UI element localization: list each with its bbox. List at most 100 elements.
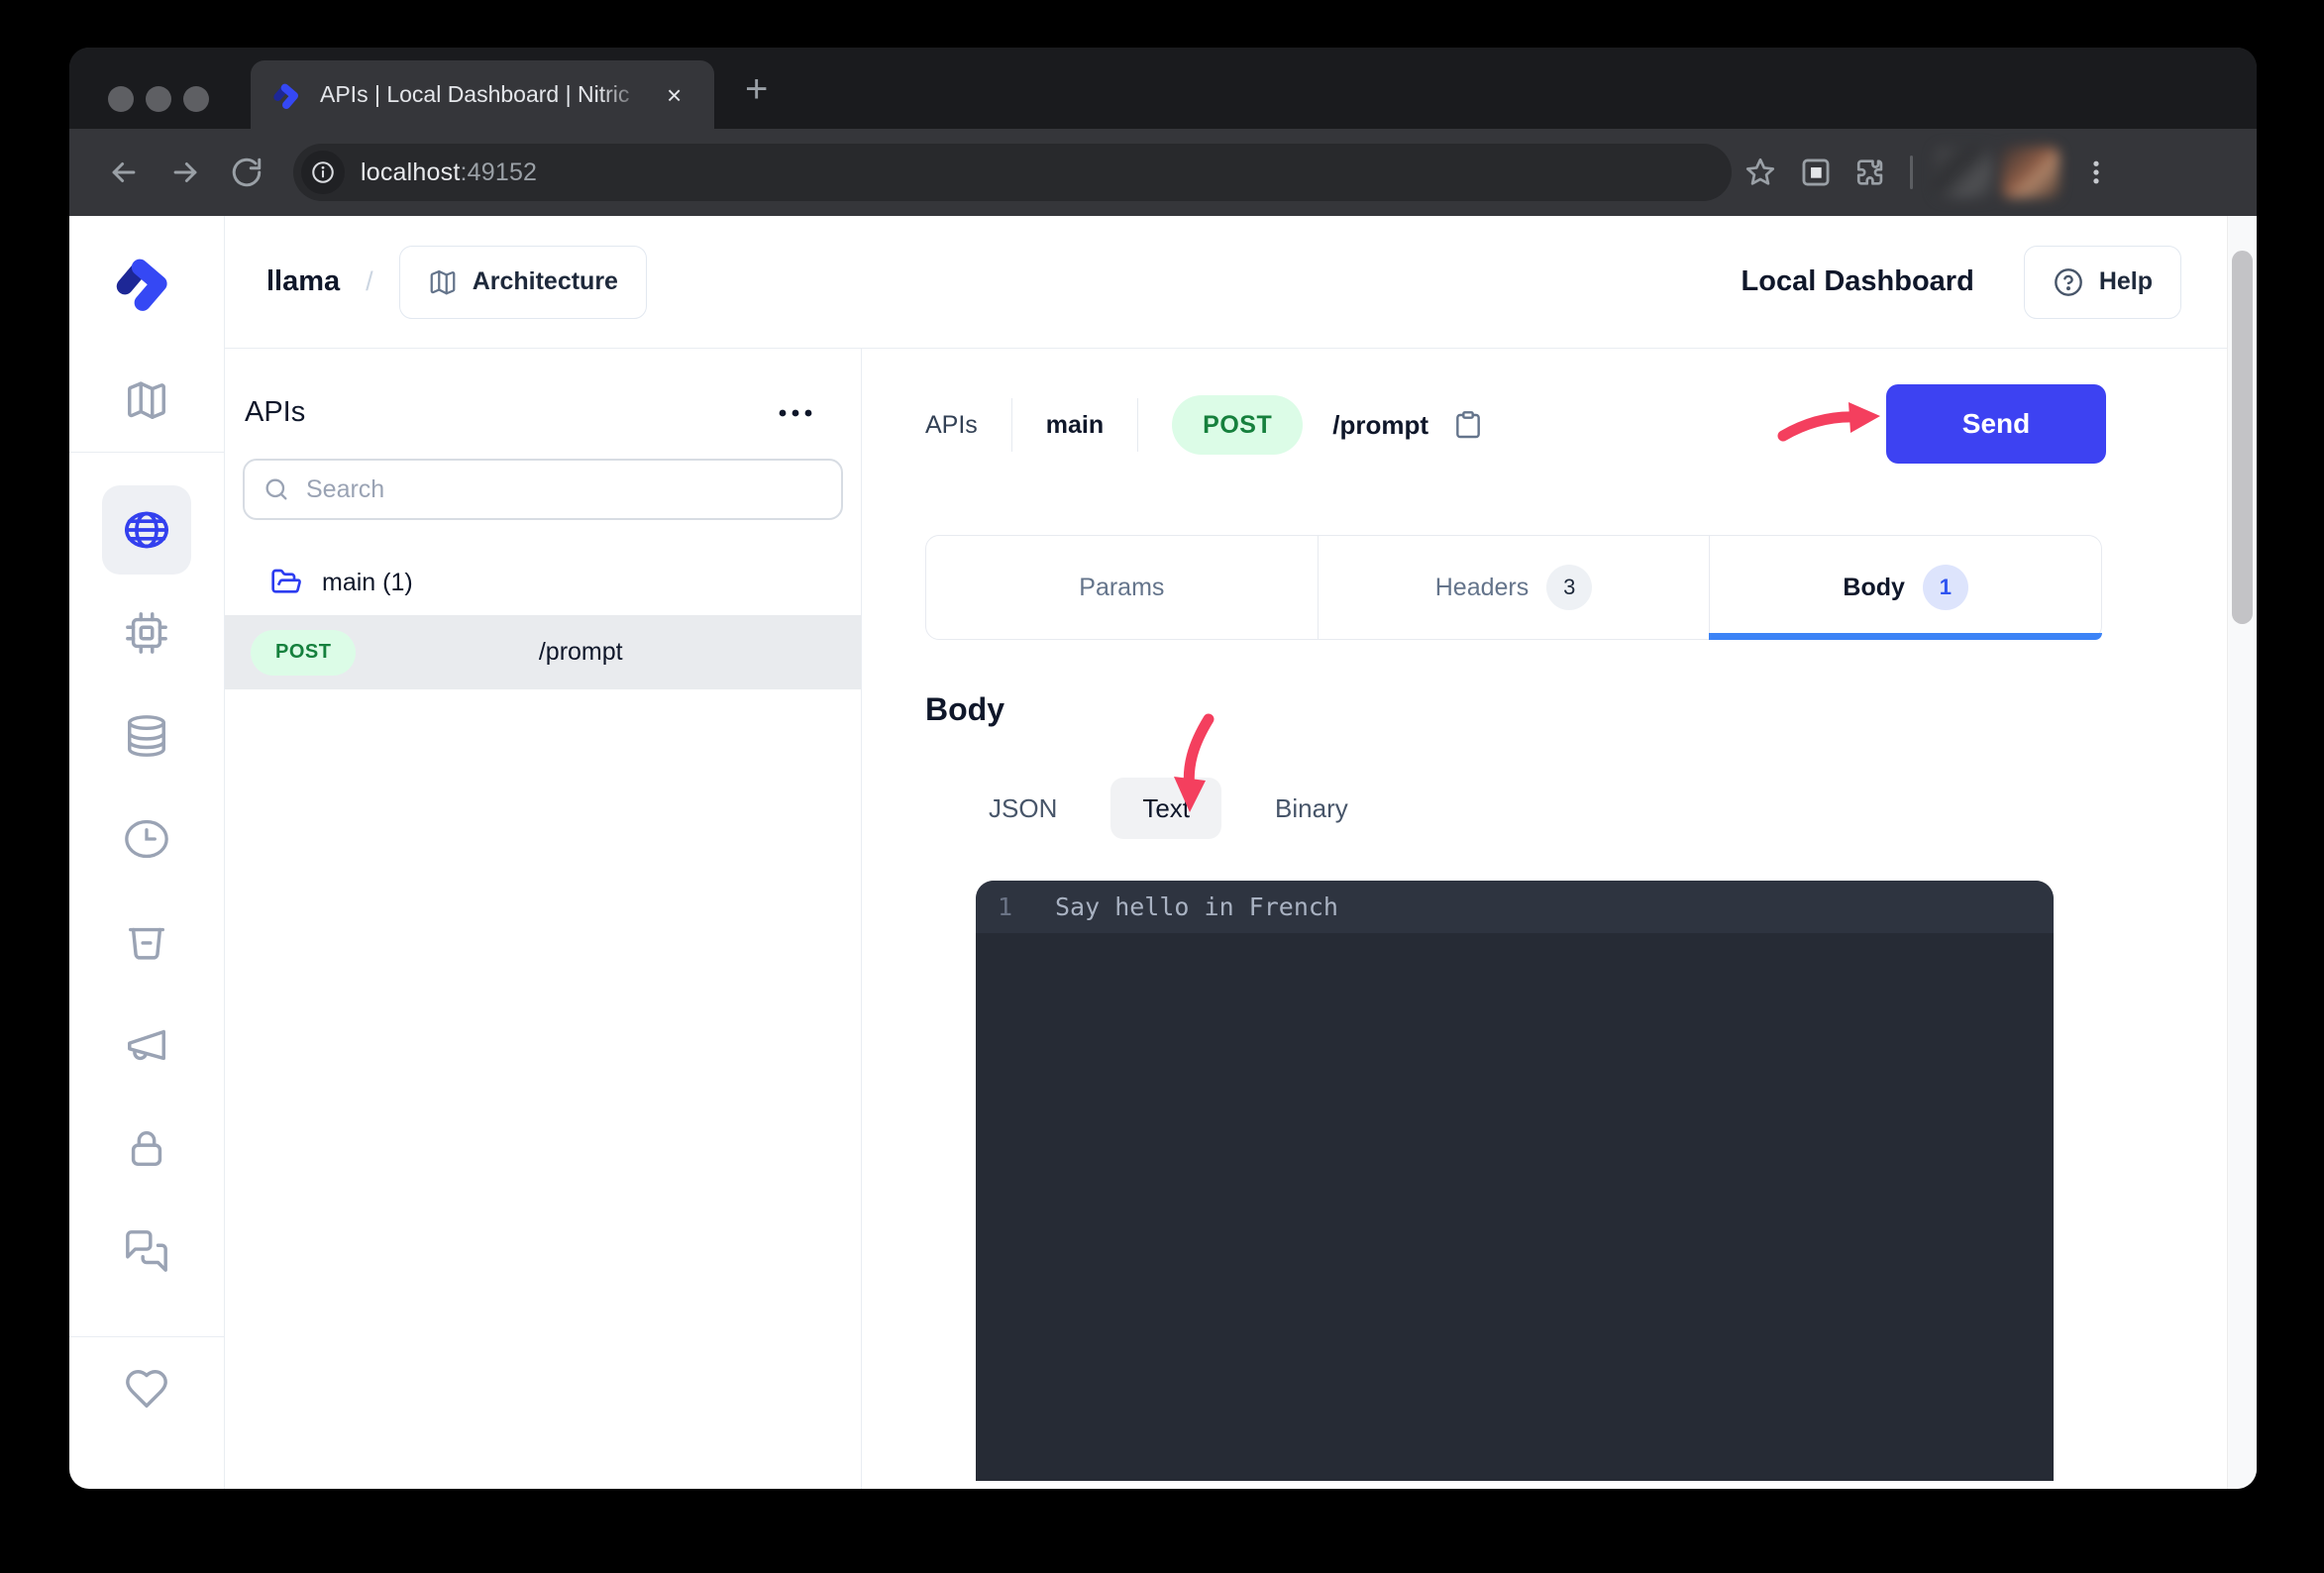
architecture-button[interactable]: Architecture — [399, 246, 647, 319]
reload-icon[interactable] — [230, 156, 264, 189]
rail-item-secrets[interactable] — [69, 1097, 224, 1200]
rail-item-schedules[interactable] — [69, 787, 224, 891]
icon-rail — [69, 216, 225, 1489]
back-icon[interactable] — [107, 156, 141, 189]
breadcrumb-divider — [1137, 398, 1138, 452]
rail-item-websockets[interactable] — [69, 581, 224, 684]
browser-tabstrip: APIs | Local Dashboard | Nitric × + — [69, 48, 2257, 129]
browser-tab[interactable]: APIs | Local Dashboard | Nitric × — [251, 60, 714, 129]
folder-open-icon — [270, 567, 302, 598]
body-text-editor[interactable]: 1 Say hello in French — [976, 881, 2054, 1481]
project-name: llama — [266, 265, 340, 298]
route-path: /prompt — [356, 638, 835, 667]
request-area: APIs main POST /prompt Send — [862, 349, 2227, 1489]
rail-item-architecture[interactable] — [69, 349, 224, 452]
bucket-icon — [124, 919, 169, 965]
tab-params[interactable]: Params — [926, 536, 1318, 639]
body-mode-tabs: JSON Text Binary — [957, 778, 2227, 839]
breadcrumb-api[interactable]: main — [1046, 411, 1104, 440]
search-input[interactable] — [306, 475, 823, 504]
rail-item-chat[interactable] — [69, 1200, 224, 1303]
breadcrumb-separator: / — [366, 266, 373, 297]
browser-toolbar: localhost:49152 — [69, 129, 2257, 216]
browser-window: APIs | Local Dashboard | Nitric × + loca… — [69, 48, 2257, 1489]
nitric-favicon — [272, 79, 304, 111]
page-header: llama / Architecture Local Dashboard Hel… — [225, 216, 2227, 349]
request-path: /prompt — [1332, 410, 1428, 441]
rail-item-databases[interactable] — [69, 684, 224, 787]
forward-icon[interactable] — [168, 156, 202, 189]
route-row-selected[interactable]: POST /prompt — [225, 615, 861, 689]
window-zoom-button[interactable] — [183, 86, 209, 112]
rail-bottom-group — [69, 1336, 224, 1440]
rail-item-storage[interactable] — [69, 891, 224, 994]
annotation-arrow-send — [1777, 396, 1884, 448]
mode-json[interactable]: JSON — [957, 778, 1089, 839]
url-host: localhost — [361, 158, 460, 186]
body-count-badge: 1 — [1923, 565, 1968, 610]
window-close-button[interactable] — [108, 86, 134, 112]
mode-binary[interactable]: Binary — [1243, 778, 1380, 839]
cpu-icon — [124, 610, 169, 656]
page-title: Local Dashboard — [1742, 265, 1974, 298]
tab-title: APIs | Local Dashboard | Nitric — [320, 81, 647, 108]
page-scrollbar[interactable] — [2227, 216, 2257, 1489]
nitric-logo[interactable] — [69, 216, 224, 349]
content-region: APIs mai — [225, 349, 2227, 1489]
headers-count-badge: 3 — [1546, 565, 1592, 610]
apis-panel-title: APIs — [245, 396, 305, 429]
tab-body[interactable]: Body 1 — [1709, 536, 2101, 639]
main-column: llama / Architecture Local Dashboard Hel… — [225, 216, 2227, 1489]
url-text: localhost:49152 — [361, 158, 537, 187]
breadcrumb-section: APIs — [925, 411, 978, 440]
copy-path-icon[interactable] — [1452, 408, 1484, 442]
site-info-icon[interactable] — [301, 151, 345, 194]
toolbar-separator — [1910, 156, 1913, 189]
rail-item-feedback[interactable] — [69, 1337, 224, 1440]
window-minimize-button[interactable] — [146, 86, 171, 112]
url-port: :49152 — [460, 158, 537, 186]
extensions-puzzle-icon[interactable] — [1854, 156, 1888, 189]
help-button[interactable]: Help — [2024, 246, 2181, 319]
avatar[interactable] — [1935, 147, 1992, 198]
new-tab-button[interactable]: + — [745, 67, 768, 112]
lock-icon — [124, 1125, 169, 1171]
api-group-row[interactable]: main (1) — [225, 550, 861, 615]
megaphone-icon — [124, 1022, 169, 1068]
scrollbar-thumb[interactable] — [2232, 251, 2253, 624]
avatar[interactable] — [2002, 147, 2060, 198]
method-badge: POST — [1172, 395, 1303, 455]
tab-params-label: Params — [1079, 574, 1164, 602]
editor-active-line[interactable]: 1 Say hello in French — [976, 881, 2054, 933]
tab-headers[interactable]: Headers 3 — [1318, 536, 1710, 639]
search-box — [243, 459, 843, 520]
request-tabs: Params Headers 3 Body 1 — [925, 535, 2102, 640]
active-item-background — [102, 485, 191, 575]
rail-item-topics[interactable] — [69, 994, 224, 1097]
globe-icon — [123, 508, 170, 552]
browser-menu-kebab-icon[interactable] — [2081, 156, 2111, 189]
rail-icon-group — [69, 453, 224, 1303]
profile-avatars[interactable] — [1935, 147, 2060, 198]
search-icon — [263, 475, 290, 503]
breadcrumb-divider — [1011, 398, 1012, 452]
dashboard-page: llama / Architecture Local Dashboard Hel… — [69, 216, 2257, 1489]
address-bar[interactable]: localhost:49152 — [293, 144, 1732, 201]
send-button[interactable]: Send — [1886, 384, 2106, 464]
bookmark-star-icon[interactable] — [1743, 156, 1777, 189]
architecture-button-label: Architecture — [473, 267, 618, 296]
rail-item-apis[interactable] — [69, 478, 224, 581]
tab-close-icon[interactable]: × — [663, 78, 686, 112]
side-panel-icon[interactable] — [1799, 156, 1833, 189]
tab-headers-label: Headers — [1435, 574, 1530, 602]
help-button-label: Help — [2099, 267, 2153, 296]
annotation-arrow-text — [1157, 711, 1222, 818]
database-icon — [124, 713, 169, 759]
help-circle-icon — [2053, 266, 2084, 298]
editor-line-number: 1 — [976, 892, 1019, 921]
apis-panel: APIs mai — [225, 349, 862, 1489]
toolbar-right-cluster — [1743, 147, 2111, 198]
ellipsis-icon[interactable] — [776, 406, 815, 420]
map-icon — [428, 267, 458, 297]
chat-icon — [124, 1228, 169, 1274]
